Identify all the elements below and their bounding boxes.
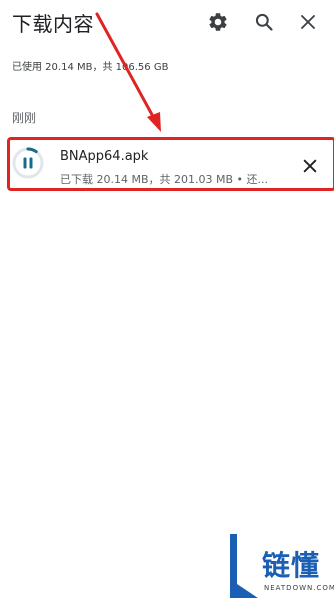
pause-icon	[12, 147, 44, 179]
close-icon	[303, 159, 317, 173]
download-progress[interactable]	[11, 146, 45, 180]
storage-usage: 已使用 20.14 MB，共 106.56 GB	[12, 62, 169, 73]
download-item[interactable]: BNApp64.apk 已下载 20.14 MB，共 201.03 MB • 还…	[0, 135, 334, 191]
watermark-logo	[230, 534, 258, 598]
downloads-page: 下载内容 已使用 20.14 MB，共 106.56 GB 刚刚 BNApp64	[0, 0, 334, 603]
search-button[interactable]	[250, 8, 278, 36]
watermark: 链懂 NEATDOWN.COM	[210, 528, 334, 603]
gear-icon	[209, 13, 227, 31]
watermark-text: 链懂	[262, 549, 321, 582]
watermark-domain: NEATDOWN.COM	[264, 584, 334, 592]
section-header: 刚刚	[12, 111, 37, 125]
page-title: 下载内容	[12, 12, 94, 36]
search-icon	[255, 13, 273, 31]
remove-download-button[interactable]	[298, 154, 322, 178]
close-icon	[301, 15, 315, 29]
settings-button[interactable]	[204, 8, 232, 36]
download-status: 已下载 20.14 MB，共 201.03 MB • 还...	[60, 173, 269, 186]
close-button[interactable]	[294, 8, 322, 36]
download-filename: BNApp64.apk	[60, 149, 149, 164]
